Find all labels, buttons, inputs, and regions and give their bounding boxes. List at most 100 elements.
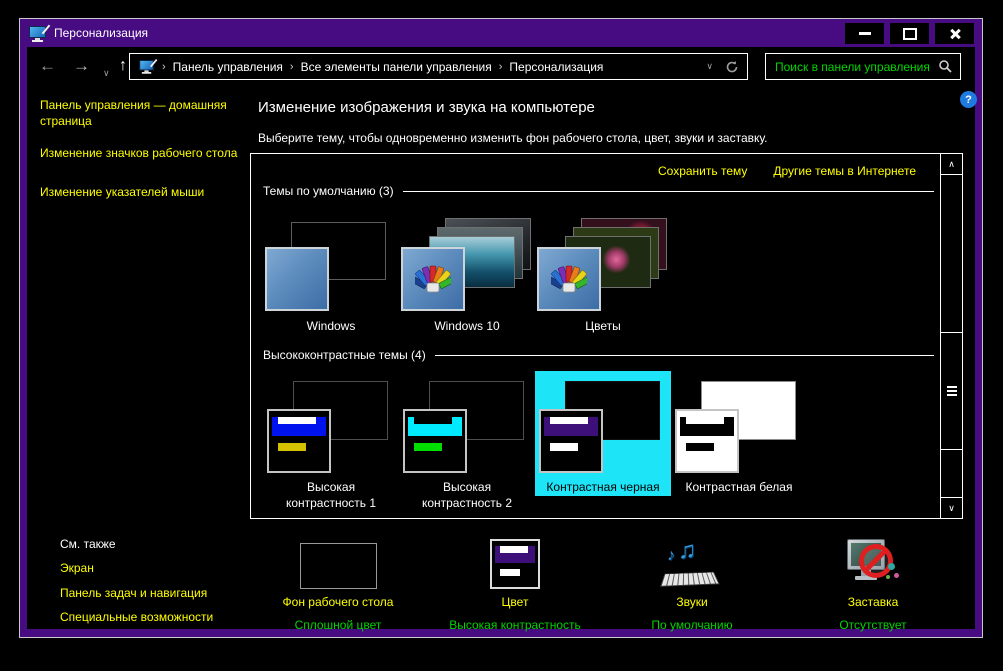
theme-flowers[interactable]: Цветы — [535, 214, 671, 333]
see-also-title: См. также — [60, 537, 116, 551]
color-swatch-fan-icon — [415, 265, 451, 293]
color-fan-tile — [537, 247, 601, 311]
sounds-icon[interactable]: ♪ ♫ — [660, 537, 723, 589]
scrollbar-grip-icon — [946, 390, 957, 392]
hc2-thumbnail — [399, 375, 535, 475]
sidebar-item-control-panel-home[interactable]: Панель управления — домашняя страница — [40, 98, 245, 130]
default-themes-group-header: Темы по умолчанию (3) — [263, 184, 934, 198]
theme-windows[interactable]: Windows — [263, 214, 399, 333]
music-notes-icon: ♫ — [678, 537, 696, 564]
screensaver-link[interactable]: Заставка — [783, 595, 963, 609]
address-bar[interactable]: › Панель управления › Все элементы панел… — [129, 53, 748, 80]
default-themes-group-title: Темы по умолчанию (3) — [263, 184, 394, 198]
see-also-link-display[interactable]: Экран — [60, 561, 94, 575]
maximize-icon — [902, 27, 917, 40]
color-swatch-fan-icon — [551, 265, 587, 293]
sounds-value: По умолчанию — [651, 618, 733, 632]
windows-solid-color-tile — [265, 247, 329, 311]
desktop-background-icon[interactable] — [299, 543, 377, 589]
hc1-thumbnail — [263, 375, 399, 475]
help-button[interactable]: ? — [960, 91, 977, 108]
scroll-down-button[interactable]: ∨ — [941, 497, 962, 518]
personalization-window: Персонализация ← → ∨ ↑ › Панель управлен… — [19, 18, 983, 638]
hc-white-thumbnail — [671, 375, 807, 475]
search-box[interactable] — [765, 53, 961, 80]
theme-high-contrast-black-selected[interactable]: Контрастная черная — [535, 371, 671, 496]
window-controls — [845, 23, 974, 44]
theme-label: Контрастная белая — [685, 480, 793, 494]
theme-high-contrast-2[interactable]: Высокая контрастность 2 — [399, 371, 535, 511]
theme-label: Цветы — [585, 319, 621, 333]
sidebar-item-desktop-icons[interactable]: Изменение значков рабочего стола — [40, 146, 245, 162]
theme-label: Windows — [306, 319, 356, 333]
theme-label: Windows 10 — [434, 319, 500, 333]
breadcrumb-control-panel[interactable]: Панель управления — [173, 60, 283, 74]
desktop-background: Персонализация ← → ∨ ↑ › Панель управлен… — [0, 0, 1003, 671]
color-fan-tile — [401, 247, 465, 311]
screensaver-value: Отсутствует — [839, 618, 907, 632]
keyboard-icon — [660, 571, 720, 587]
minimize-button[interactable] — [845, 23, 884, 44]
setting-screensaver: Заставка Отсутствует — [783, 535, 963, 632]
breadcrumb-separator: › — [162, 60, 166, 73]
breadcrumb-personalization[interactable]: Персонализация — [509, 60, 603, 74]
theme-label: Контрастная черная — [546, 480, 660, 494]
window-content: ← → ∨ ↑ › Панель управления › Все элемен… — [27, 47, 977, 632]
back-icon[interactable]: ← — [39, 54, 56, 78]
sounds-link[interactable]: Звуки — [602, 595, 782, 609]
see-also-link-ease-of-access[interactable]: Специальные возможности — [60, 610, 213, 624]
color-icon[interactable] — [490, 539, 540, 589]
save-theme-link[interactable]: Сохранить тему — [658, 164, 747, 178]
hc-front-window — [675, 409, 739, 473]
theme-label: Высокая контрастность 1 — [285, 480, 377, 510]
navigation-bar: ← → ∨ ↑ › Панель управления › Все элемен… — [27, 47, 975, 87]
close-button[interactable] — [935, 23, 974, 44]
theme-high-contrast-white[interactable]: Контрастная белая — [671, 371, 807, 511]
search-icon[interactable] — [938, 59, 953, 74]
theme-high-contrast-1[interactable]: Высокая контрастность 1 — [263, 371, 399, 511]
hc-black-thumbnail — [535, 375, 671, 475]
recent-pages-chevron-icon[interactable]: ∨ — [103, 61, 110, 85]
get-more-themes-link[interactable]: Другие темы в Интернете — [773, 164, 916, 178]
high-contrast-group-header: Высококонтрастные темы (4) — [263, 348, 934, 362]
high-contrast-group-title: Высококонтрастные темы (4) — [263, 348, 426, 362]
themes-panel: Сохранить тему Другие темы в Интернете Т… — [250, 153, 963, 519]
theme-windows-10[interactable]: Windows 10 — [399, 214, 535, 333]
breadcrumb-all-items[interactable]: Все элементы панели управления — [301, 60, 492, 74]
forward-icon[interactable]: → — [73, 54, 90, 78]
refresh-icon[interactable] — [725, 60, 739, 74]
color-value: Высокая контрастность — [449, 618, 581, 632]
panel-links: Сохранить тему Другие темы в Интернете — [658, 164, 916, 178]
high-contrast-themes-row: Высокая контрастность 1 Высокая контраст… — [263, 371, 807, 511]
hc-front-window — [539, 409, 603, 473]
desktop-background-value: Сплошной цвет — [294, 618, 382, 632]
page-title: Изменение изображения и звука на компьют… — [258, 99, 595, 116]
see-also-link-taskbar[interactable]: Панель задач и навигация — [60, 586, 207, 600]
setting-sounds: ♪ ♫ Звуки По умолчанию — [602, 535, 782, 632]
window-titlebar[interactable]: Персонализация — [20, 19, 982, 47]
theme-flowers-thumbnail — [535, 214, 671, 314]
maximize-button[interactable] — [890, 23, 929, 44]
personalization-icon — [29, 24, 51, 42]
music-note-icon: ♪ — [667, 547, 675, 564]
sidebar-item-mouse-pointers[interactable]: Изменение указателей мыши — [40, 185, 245, 201]
theme-label: Высокая контрастность 2 — [421, 480, 513, 510]
screensaver-icon[interactable] — [845, 537, 901, 589]
setting-color: Цвет Высокая контрастность — [425, 535, 605, 632]
address-dropdown-icon[interactable]: ∨ — [706, 61, 713, 72]
close-icon — [949, 28, 961, 40]
vertical-scrollbar[interactable]: ∧ ∨ — [940, 154, 962, 518]
breadcrumb-separator: › — [289, 60, 294, 73]
scrollbar-thumb[interactable] — [941, 332, 962, 450]
desktop-background-link[interactable]: Фон рабочего стола — [248, 595, 428, 609]
scroll-up-button[interactable]: ∧ — [941, 154, 962, 175]
personalization-icon — [139, 58, 158, 74]
hc-front-window — [267, 409, 331, 473]
window-title: Персонализация — [54, 26, 149, 40]
search-input[interactable] — [773, 58, 938, 75]
breadcrumb-separator: › — [498, 60, 503, 73]
up-icon[interactable]: ↑ — [119, 54, 127, 78]
hc-front-window — [403, 409, 467, 473]
theme-windows10-thumbnail — [399, 214, 535, 314]
color-link[interactable]: Цвет — [425, 595, 605, 609]
